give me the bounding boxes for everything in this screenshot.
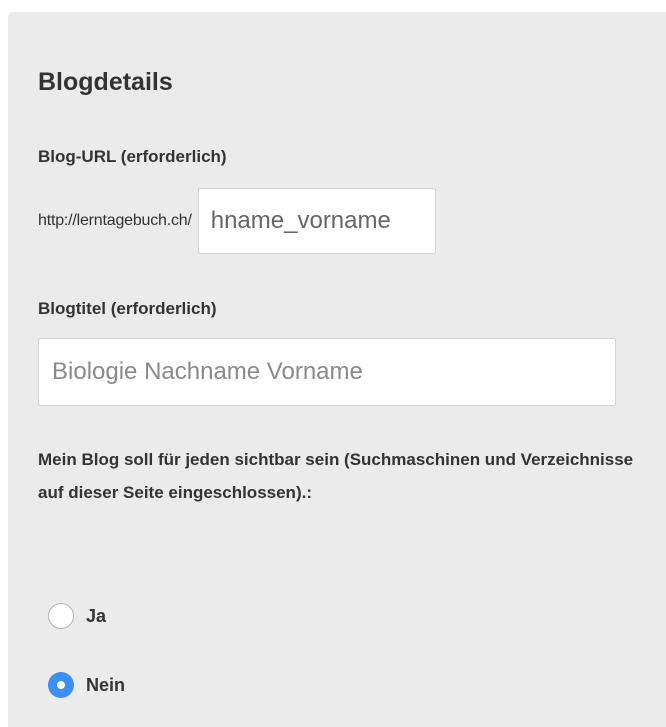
visibility-option-ja[interactable]: Ja	[48, 603, 106, 629]
blog-url-label: Blog-URL (erforderlich)	[38, 147, 227, 166]
visibility-option-nein-label: Nein	[86, 674, 126, 695]
radio-checked-icon[interactable]	[48, 672, 74, 698]
visibility-option-ja-label: Ja	[86, 605, 107, 626]
blog-title-input[interactable]	[38, 338, 616, 406]
visibility-question: Mein Blog soll für jeden sichtbar sein (…	[38, 450, 634, 502]
radio-unchecked-icon[interactable]	[48, 603, 74, 629]
visibility-option-nein[interactable]: Nein	[48, 672, 125, 698]
blog-title-label: Blogtitel (erforderlich)	[38, 299, 217, 318]
blog-details-panel: Blogdetails Blog-URL (erforderlich) http…	[8, 12, 666, 727]
blog-url-row: http://lerntagebuch.ch/	[38, 187, 436, 255]
section-heading: Blogdetails	[38, 68, 173, 96]
blog-url-input[interactable]	[197, 188, 436, 254]
blog-url-prefix: http://lerntagebuch.ch/	[38, 212, 192, 229]
